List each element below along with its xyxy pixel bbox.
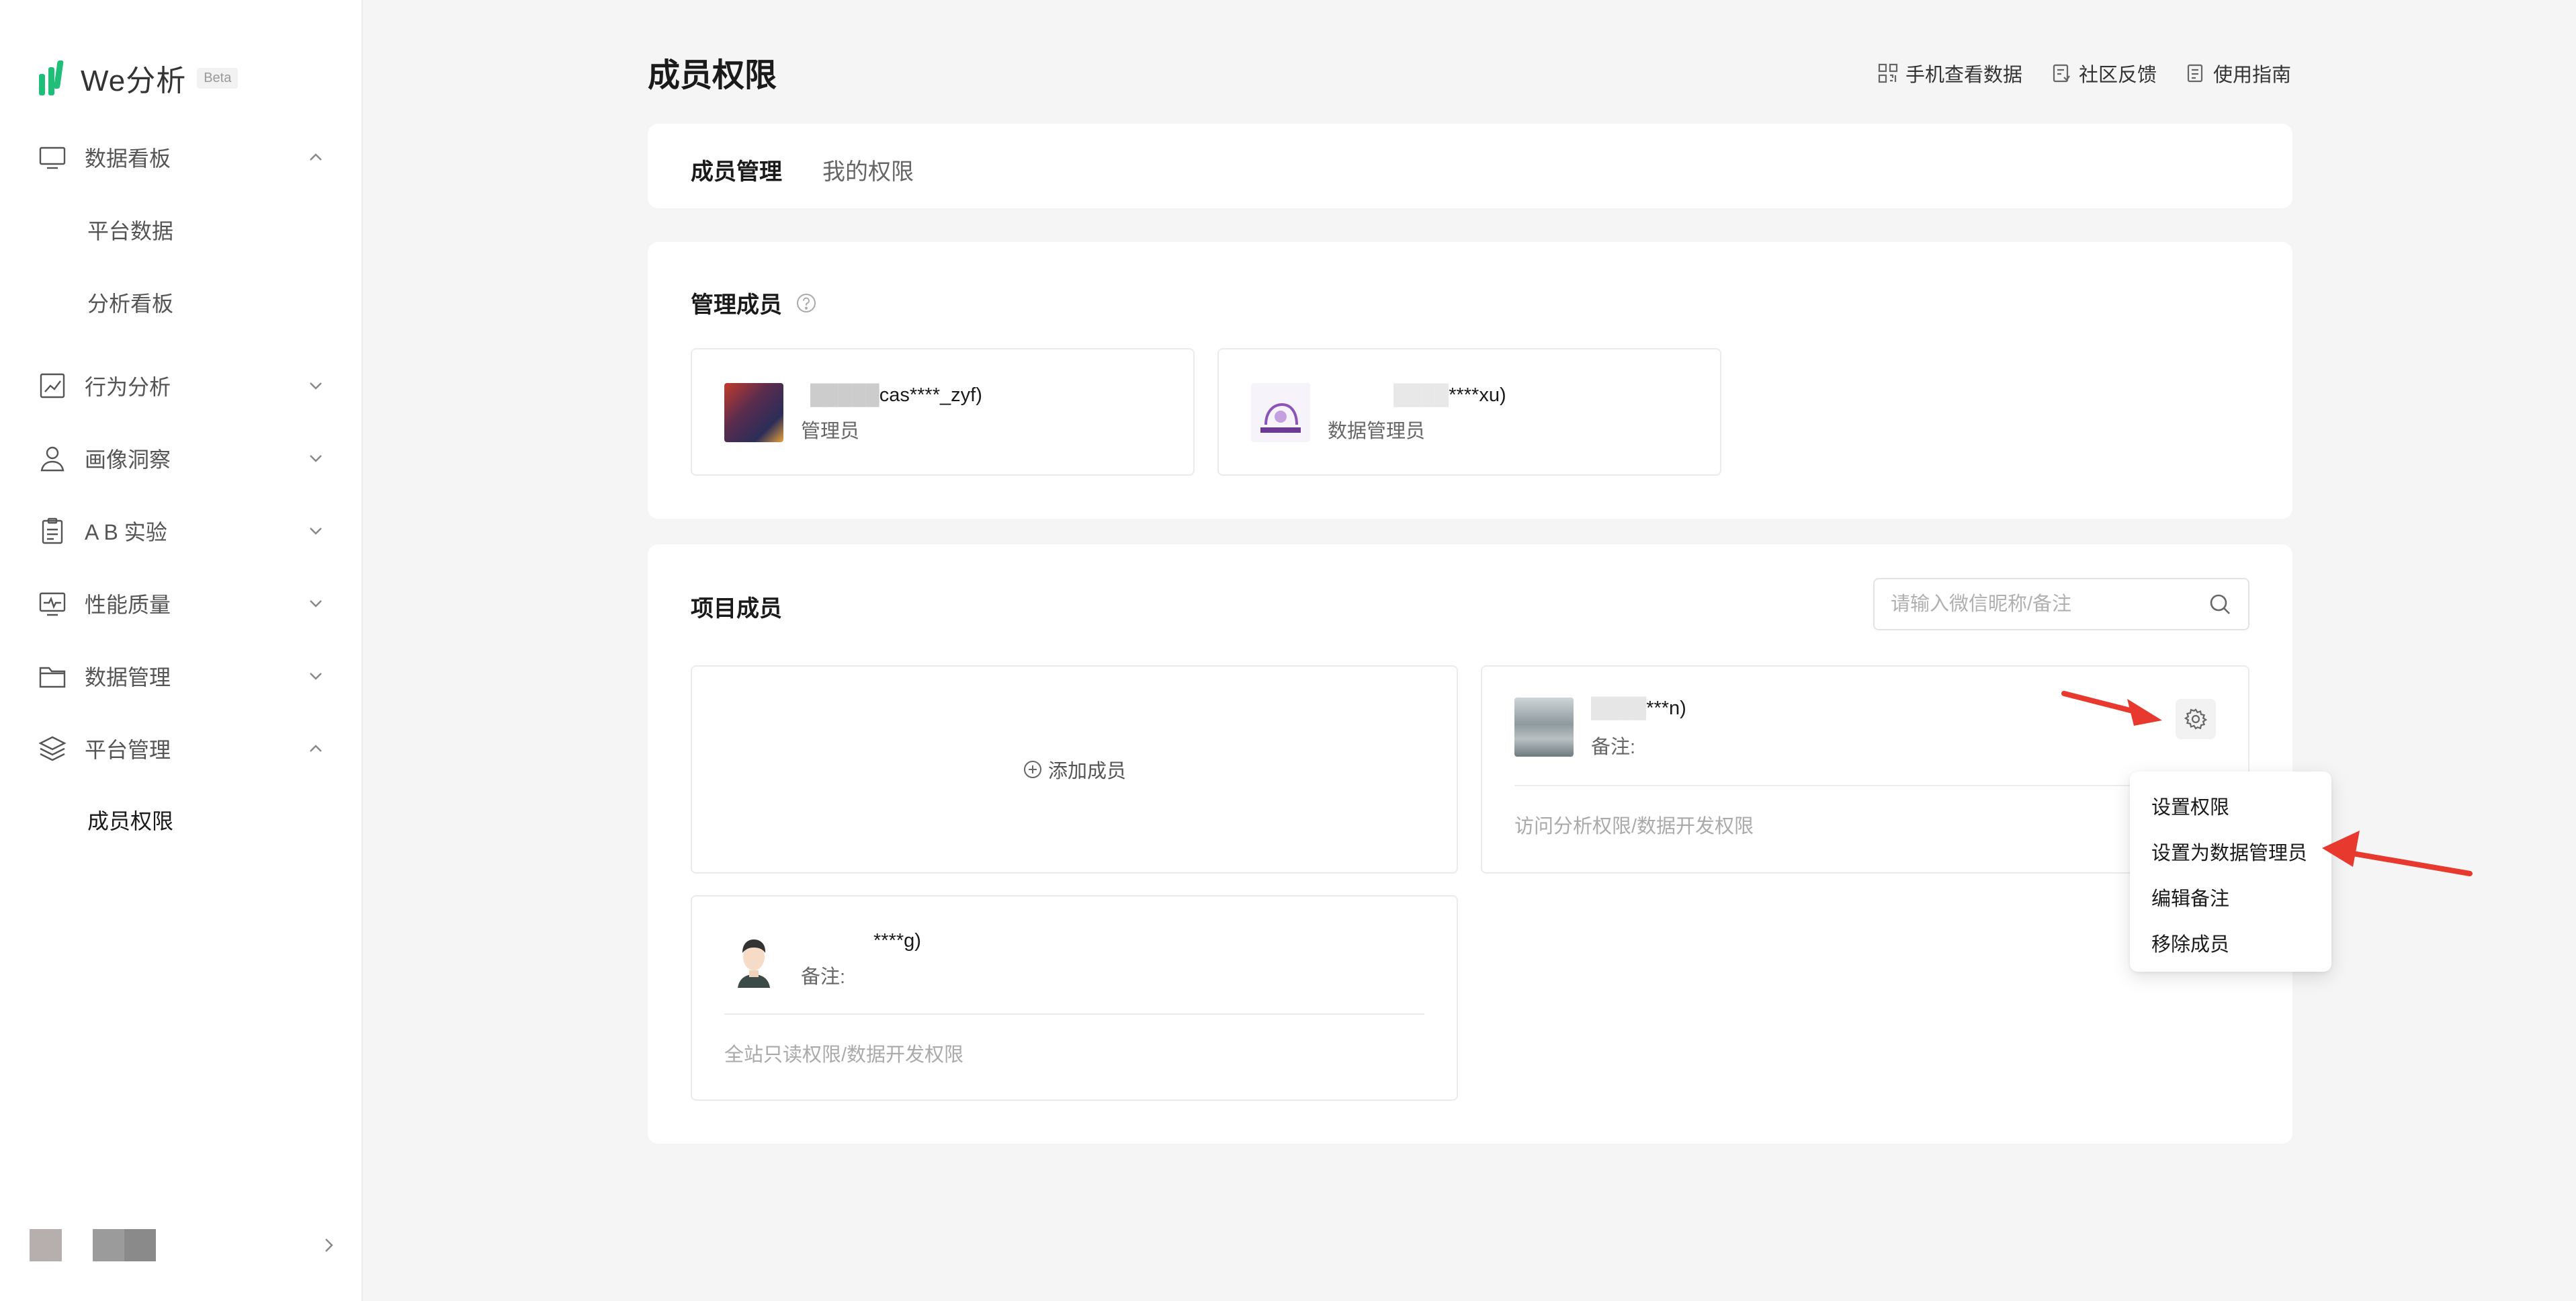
line-chart-icon <box>38 371 67 401</box>
page-title: 成员权限 <box>648 58 777 93</box>
sidebar-item-label: 性能质量 <box>85 593 171 617</box>
chevron-down-icon <box>305 520 327 542</box>
app-logo[interactable]: We分析 Beta <box>38 56 239 99</box>
avatar <box>30 1229 62 1261</box>
mobile-view-label: 手机查看数据 <box>1905 65 2022 86</box>
chevron-up-icon <box>305 146 327 168</box>
gear-icon <box>2184 708 2208 730</box>
plus-circle-icon <box>1023 761 1041 778</box>
tabs-card: 成员管理 我的权限 <box>648 124 2292 208</box>
red-arrow-to-set-data-admin-icon <box>2322 831 2473 876</box>
sidebar-item-label: 数据管理 <box>85 665 171 689</box>
folder-icon <box>38 661 67 691</box>
sidebar-item-ab-test[interactable]: A B 实验 <box>38 511 327 551</box>
sidebar-subitem-member-permissions[interactable]: 成员权限 <box>87 800 173 840</box>
sidebar-subitem-platform-data[interactable]: 平台数据 <box>87 210 173 250</box>
member-search-input[interactable] <box>1891 593 2208 616</box>
add-member-label: 添加成员 <box>1047 761 1126 782</box>
question-circle-icon[interactable] <box>796 292 817 314</box>
member-name: ****g) <box>873 930 921 952</box>
divider <box>1514 785 2216 786</box>
we-analysis-logo-icon <box>39 60 64 95</box>
sidebar-item-label: A B 实验 <box>85 520 167 544</box>
member-note: 备注: <box>801 966 846 988</box>
chevron-down-icon <box>305 593 327 614</box>
qrcode-icon <box>1878 63 1898 83</box>
beta-badge: Beta <box>197 67 239 89</box>
clipboard-icon <box>38 516 67 546</box>
menu-item-remove-member[interactable]: 移除成员 <box>2130 922 2331 968</box>
tab-my-permissions[interactable]: 我的权限 <box>822 153 914 186</box>
avatar <box>1251 383 1310 442</box>
sidebar-item-profile-insight[interactable]: 画像洞察 <box>38 438 327 478</box>
sidebar-item-label: 平台管理 <box>85 738 171 762</box>
search-icon[interactable] <box>2208 592 2232 616</box>
sidebar-item-performance[interactable]: 性能质量 <box>38 583 327 624</box>
sidebar-item-label: 数据看板 <box>85 146 171 171</box>
sidebar-item-dashboard[interactable]: 数据看板 <box>38 137 327 177</box>
member-note: 备注: <box>1591 737 1636 758</box>
member-name: ████***n) <box>1591 698 1686 719</box>
member-actions-dropdown: 设置权限 设置为数据管理员 编辑备注 移除成员 <box>2130 771 2331 972</box>
admin-members-title: 管理成员 <box>691 292 782 318</box>
feedback-icon <box>2053 64 2070 83</box>
tab-member-management[interactable]: 成员管理 <box>691 153 782 186</box>
community-feedback-label: 社区反馈 <box>2078 65 2157 86</box>
chevron-down-icon <box>305 665 327 687</box>
community-feedback-link[interactable]: 社区反馈 <box>2051 59 2157 87</box>
sidebar-item-platform-management[interactable]: 平台管理 <box>38 728 327 769</box>
user-guide-label: 使用指南 <box>2213 65 2291 86</box>
admin-member-card: ████****xu) 数据管理员 <box>1217 348 1721 476</box>
member-role: 管理员 <box>801 421 860 442</box>
mobile-view-link[interactable]: 手机查看数据 <box>1877 59 2022 87</box>
member-permissions: 访问分析权限/数据开发权限 <box>1514 816 1754 837</box>
admin-members-card: 管理成员 █████cas****_zyf) 管理员 ████****xu) 数… <box>648 242 2292 519</box>
project-members-title: 项目成员 <box>691 596 782 622</box>
menu-item-set-data-admin[interactable]: 设置为数据管理员 <box>2130 831 2331 876</box>
chevron-down-icon <box>305 375 327 396</box>
divider <box>724 1013 1424 1015</box>
user-guide-link[interactable]: 使用指南 <box>2185 59 2291 87</box>
member-search-box <box>1873 578 2249 630</box>
sidebar-item-behavior-analysis[interactable]: 行为分析 <box>38 366 327 406</box>
guide-icon <box>2187 64 2203 83</box>
menu-item-set-permissions[interactable]: 设置权限 <box>2130 785 2331 831</box>
monitor-icon <box>38 142 67 172</box>
project-members-card: 项目成员 添加成员 ████***n) 备注: 访问分析权限/数据开发权限 <box>648 544 2292 1144</box>
user-profile-icon <box>38 444 67 473</box>
avatar <box>724 929 783 988</box>
add-member-button[interactable]: 添加成员 <box>691 665 1458 874</box>
sidebar-subitem-analysis-board[interactable]: 分析看板 <box>87 282 173 323</box>
sidebar-item-label: 画像洞察 <box>85 448 171 472</box>
sidebar-item-data-management[interactable]: 数据管理 <box>38 656 327 696</box>
member-name: ████****xu) <box>1393 384 1506 406</box>
app-name: We分析 <box>81 65 187 97</box>
member-name: █████cas****_zyf) <box>810 384 982 406</box>
member-settings-button[interactable] <box>2176 699 2216 739</box>
header-links: 手机查看数据 社区反馈 使用指南 <box>1877 59 2291 87</box>
admin-member-card: █████cas****_zyf) 管理员 <box>691 348 1195 476</box>
chevron-down-icon <box>305 448 327 469</box>
member-role: 数据管理员 <box>1328 421 1426 442</box>
member-permissions: 全站只读权限/数据开发权限 <box>724 1044 964 1066</box>
chevron-right-icon[interactable] <box>318 1235 339 1255</box>
sidebar-item-label: 行为分析 <box>85 375 171 399</box>
avatar <box>1514 698 1574 757</box>
performance-monitor-icon <box>38 589 67 618</box>
project-member-card: ****g) 备注: 全站只读权限/数据开发权限 <box>691 895 1458 1101</box>
layers-icon <box>38 734 67 763</box>
sidebar: We分析 Beta 数据看板 平台数据 分析看板 行为分析 画像洞察 A B 实… <box>0 0 363 1301</box>
chevron-up-icon <box>305 738 327 759</box>
admin-members-heading: 管理成员 <box>691 286 817 319</box>
user-account-footer[interactable] <box>30 1228 339 1262</box>
avatar <box>724 383 783 442</box>
menu-item-edit-note[interactable]: 编辑备注 <box>2130 876 2331 922</box>
username-redacted <box>93 1229 156 1261</box>
